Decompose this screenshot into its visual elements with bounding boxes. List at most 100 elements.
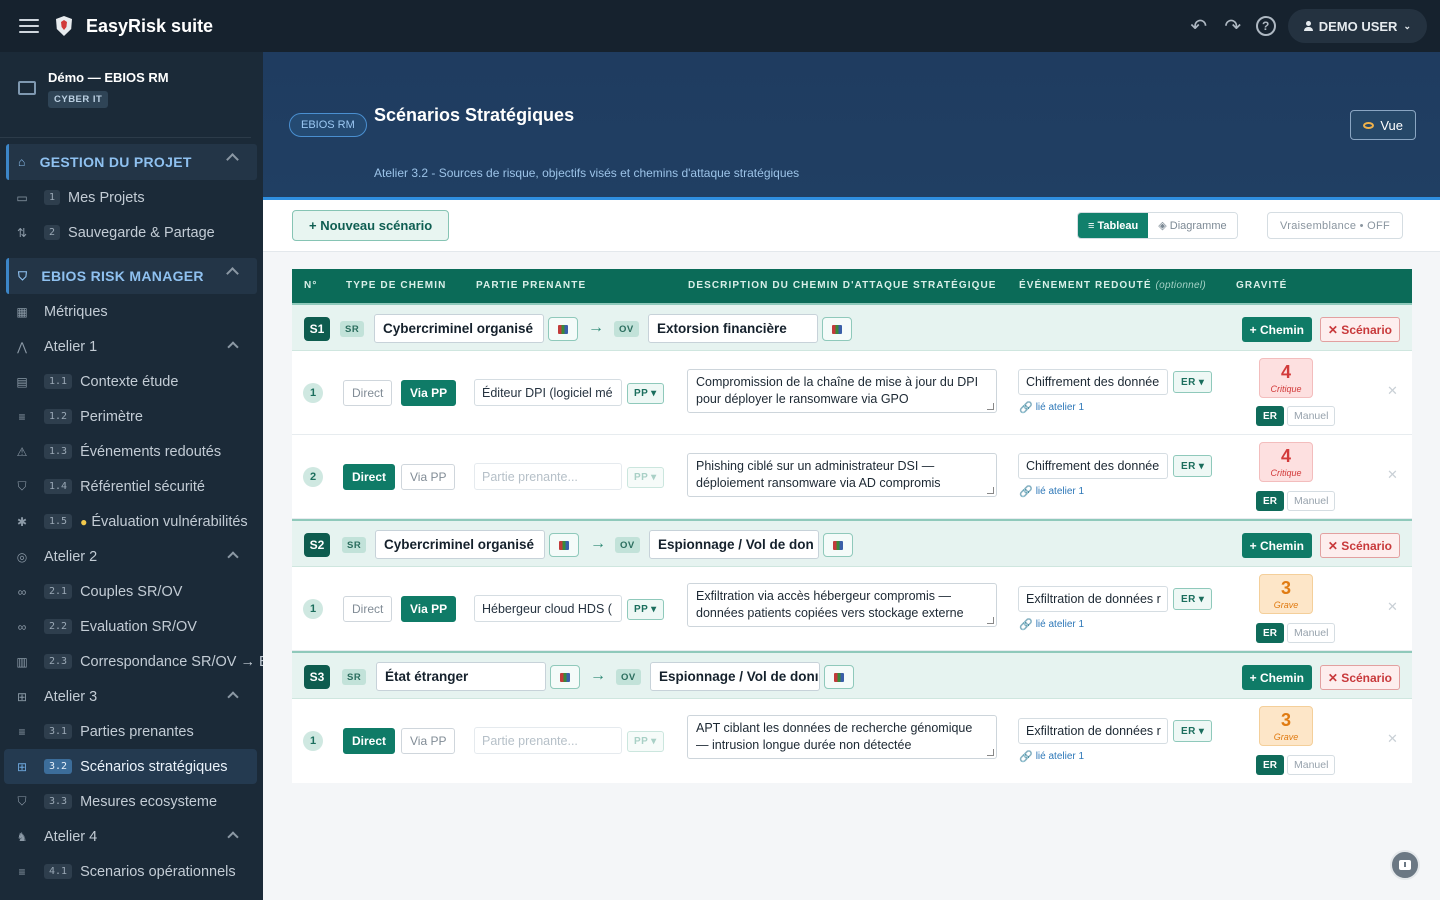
event-input[interactable]: Chiffrement des donnée: [1018, 369, 1168, 395]
redo-icon[interactable]: ↷: [1222, 15, 1244, 38]
delete-scenario-button[interactable]: ✕ Scénario: [1319, 317, 1400, 342]
sidebar-item-sauvegarde[interactable]: ⇅ 2 Sauvegarde & Partage: [0, 215, 263, 250]
type-via-pp-button[interactable]: Via PP: [401, 380, 457, 406]
sr-library-button[interactable]: [549, 533, 579, 557]
sidebar-item-scenarios-strategiques[interactable]: ⊞ 3.2 Scénarios stratégiques: [4, 749, 257, 784]
sidebar-item-perimetre[interactable]: ≡ 1.2 Perimètre: [0, 399, 263, 434]
er-select-button[interactable]: ER ▾: [1173, 720, 1213, 742]
sidebar-item-couples[interactable]: ∞ 2.1 Couples SR/OV: [0, 574, 263, 609]
er-select-button[interactable]: ER ▾: [1173, 455, 1213, 477]
vraisemblance-toggle[interactable]: Vraisemblance • OFF: [1267, 212, 1404, 239]
section-ebios-rm[interactable]: ⛉ EBIOS RISK MANAGER: [6, 258, 257, 294]
type-direct-button[interactable]: Direct: [343, 380, 393, 406]
delete-chemin-icon[interactable]: ✕: [1387, 383, 1398, 399]
ov-library-button[interactable]: [824, 665, 854, 689]
er-select-button[interactable]: ER ▾: [1173, 588, 1213, 610]
sr-library-button[interactable]: [550, 665, 580, 689]
partie-prenante-input[interactable]: Hébergeur cloud HDS (: [474, 595, 622, 622]
add-chemin-button[interactable]: + Chemin: [1241, 317, 1312, 342]
gravity-badge[interactable]: 4 Critique: [1259, 442, 1313, 482]
sidebar-item-evenements[interactable]: ⚠ 1.3 Événements redoutés: [0, 434, 263, 469]
delete-chemin-icon[interactable]: ✕: [1387, 467, 1398, 483]
description-textarea[interactable]: Compromission de la chaîne de mise à jou…: [687, 369, 997, 413]
linked-atelier-link[interactable]: 🔗 lié atelier 1: [1019, 750, 1084, 763]
ov-input[interactable]: Espionnage / Vol de don: [649, 530, 819, 559]
linked-atelier-link[interactable]: 🔗 lié atelier 1: [1019, 485, 1084, 498]
type-via-pp-button[interactable]: Via PP: [401, 728, 456, 754]
undo-icon[interactable]: ↶: [1188, 15, 1210, 38]
sidebar-item-mesures[interactable]: ⛉ 3.3 Mesures ecosysteme: [0, 784, 263, 819]
manual-mode-button[interactable]: Manuel: [1287, 623, 1336, 643]
manual-mode-button[interactable]: Manuel: [1287, 755, 1336, 775]
type-via-pp-button[interactable]: Via PP: [401, 464, 456, 490]
partie-prenante-input[interactable]: Partie prenante...: [474, 727, 622, 754]
pp-select-button[interactable]: PP ▾: [627, 599, 664, 620]
diagram-view-button[interactable]: ◈ Diagramme: [1148, 213, 1237, 238]
table-view-button[interactable]: ≡ Tableau: [1078, 213, 1149, 238]
event-input[interactable]: Exfiltration de données r: [1018, 718, 1168, 744]
sr-library-button[interactable]: [548, 317, 578, 341]
delete-chemin-icon[interactable]: ✕: [1387, 731, 1398, 747]
ov-input[interactable]: Espionnage / Vol de donı: [650, 662, 820, 691]
sr-input[interactable]: État étranger: [376, 662, 546, 691]
partie-prenante-input[interactable]: Partie prenante...: [474, 463, 622, 490]
description-textarea[interactable]: APT ciblant les données de recherche gén…: [687, 715, 997, 759]
linked-atelier-link[interactable]: 🔗 lié atelier 1: [1019, 618, 1084, 631]
pp-select-button[interactable]: PP ▾: [627, 731, 664, 752]
partie-prenante-input[interactable]: Éditeur DPI (logiciel mé: [474, 379, 622, 406]
delete-scenario-button[interactable]: ✕ Scénario: [1319, 665, 1400, 690]
help-icon[interactable]: ?: [1255, 16, 1276, 36]
type-direct-button[interactable]: Direct: [343, 596, 393, 622]
sidebar-group-atelier3[interactable]: ⊞ Atelier 3: [0, 679, 263, 714]
sidebar-group-atelier1[interactable]: ⋀ Atelier 1: [0, 329, 263, 364]
project-card[interactable]: Démo — EBIOS RM CYBER IT: [0, 52, 251, 138]
type-direct-button[interactable]: Direct: [343, 728, 396, 754]
add-chemin-button[interactable]: + Chemin: [1241, 533, 1312, 558]
description-textarea[interactable]: Phishing ciblé sur un administrateur DSI…: [687, 453, 997, 497]
menu-icon[interactable]: [19, 19, 39, 33]
sidebar-item-metriques[interactable]: ▦ Métriques: [0, 294, 263, 329]
manual-mode-button[interactable]: Manuel: [1287, 406, 1336, 426]
sr-input[interactable]: Cybercriminel organisé: [375, 530, 545, 559]
sidebar-item-referentiel[interactable]: ⛉ 1.4 Référentiel sécurité: [0, 469, 263, 504]
sidebar-item-contexte[interactable]: ▤ 1.1 Contexte étude: [0, 364, 263, 399]
type-via-pp-button[interactable]: Via PP: [401, 596, 457, 622]
user-menu-button[interactable]: DEMO USER ⌄: [1287, 9, 1427, 43]
event-input[interactable]: Chiffrement des donnée: [1018, 453, 1168, 479]
gravity-badge[interactable]: 4 Critique: [1259, 358, 1313, 398]
linked-atelier-link[interactable]: 🔗 lié atelier 1: [1019, 401, 1084, 414]
delete-scenario-button[interactable]: ✕ Scénario: [1319, 533, 1400, 558]
ov-library-button[interactable]: [822, 317, 852, 341]
er-mode-button[interactable]: ER: [1256, 623, 1284, 643]
gravity-badge[interactable]: 3 Grave: [1259, 574, 1313, 614]
pp-select-button[interactable]: PP ▾: [627, 467, 664, 488]
sr-input[interactable]: Cybercriminel organisé: [374, 314, 544, 343]
sidebar-item-correspondance[interactable]: ▥ 2.3 Correspondance SR/OV → EF: [0, 644, 263, 679]
sidebar-group-atelier2[interactable]: ◎ Atelier 2: [0, 539, 263, 574]
new-scenario-button[interactable]: + Nouveau scénario: [292, 210, 450, 241]
sidebar-item-vulnerabilites[interactable]: ✱ 1.5 ● Évaluation vulnérabilités: [0, 504, 263, 539]
manual-mode-button[interactable]: Manuel: [1287, 491, 1336, 511]
feedback-button[interactable]: [1390, 850, 1420, 880]
er-mode-button[interactable]: ER: [1256, 491, 1284, 511]
item-number: 1.2: [44, 409, 73, 424]
ov-input[interactable]: Extorsion financière: [648, 314, 818, 343]
gravity-badge[interactable]: 3 Grave: [1259, 706, 1313, 746]
sidebar-item-scenarios-operationnels[interactable]: ≡ 4.1 Scenarios opérationnels: [0, 854, 263, 889]
description-textarea[interactable]: Exfiltration via accès hébergeur comprom…: [687, 583, 997, 627]
sidebar-item-mes-projets[interactable]: ▭ 1 Mes Projets: [0, 180, 263, 215]
er-select-button[interactable]: ER ▾: [1173, 371, 1213, 393]
pp-select-button[interactable]: PP ▾: [627, 383, 664, 404]
view-button[interactable]: Vue: [1350, 110, 1416, 140]
sidebar-group-atelier4[interactable]: ♞ Atelier 4: [0, 819, 263, 854]
sidebar-item-evaluation-srov[interactable]: ∞ 2.2 Evaluation SR/OV: [0, 609, 263, 644]
ov-library-button[interactable]: [823, 533, 853, 557]
er-mode-button[interactable]: ER: [1256, 406, 1284, 426]
delete-chemin-icon[interactable]: ✕: [1387, 599, 1398, 615]
sidebar-item-parties-prenantes[interactable]: ≡ 3.1 Parties prenantes: [0, 714, 263, 749]
section-gestion-projet[interactable]: ⌂ GESTION DU PROJET: [6, 144, 257, 180]
add-chemin-button[interactable]: + Chemin: [1241, 665, 1312, 690]
type-direct-button[interactable]: Direct: [343, 464, 396, 490]
event-input[interactable]: Exfiltration de données r: [1018, 586, 1168, 612]
er-mode-button[interactable]: ER: [1256, 755, 1284, 775]
